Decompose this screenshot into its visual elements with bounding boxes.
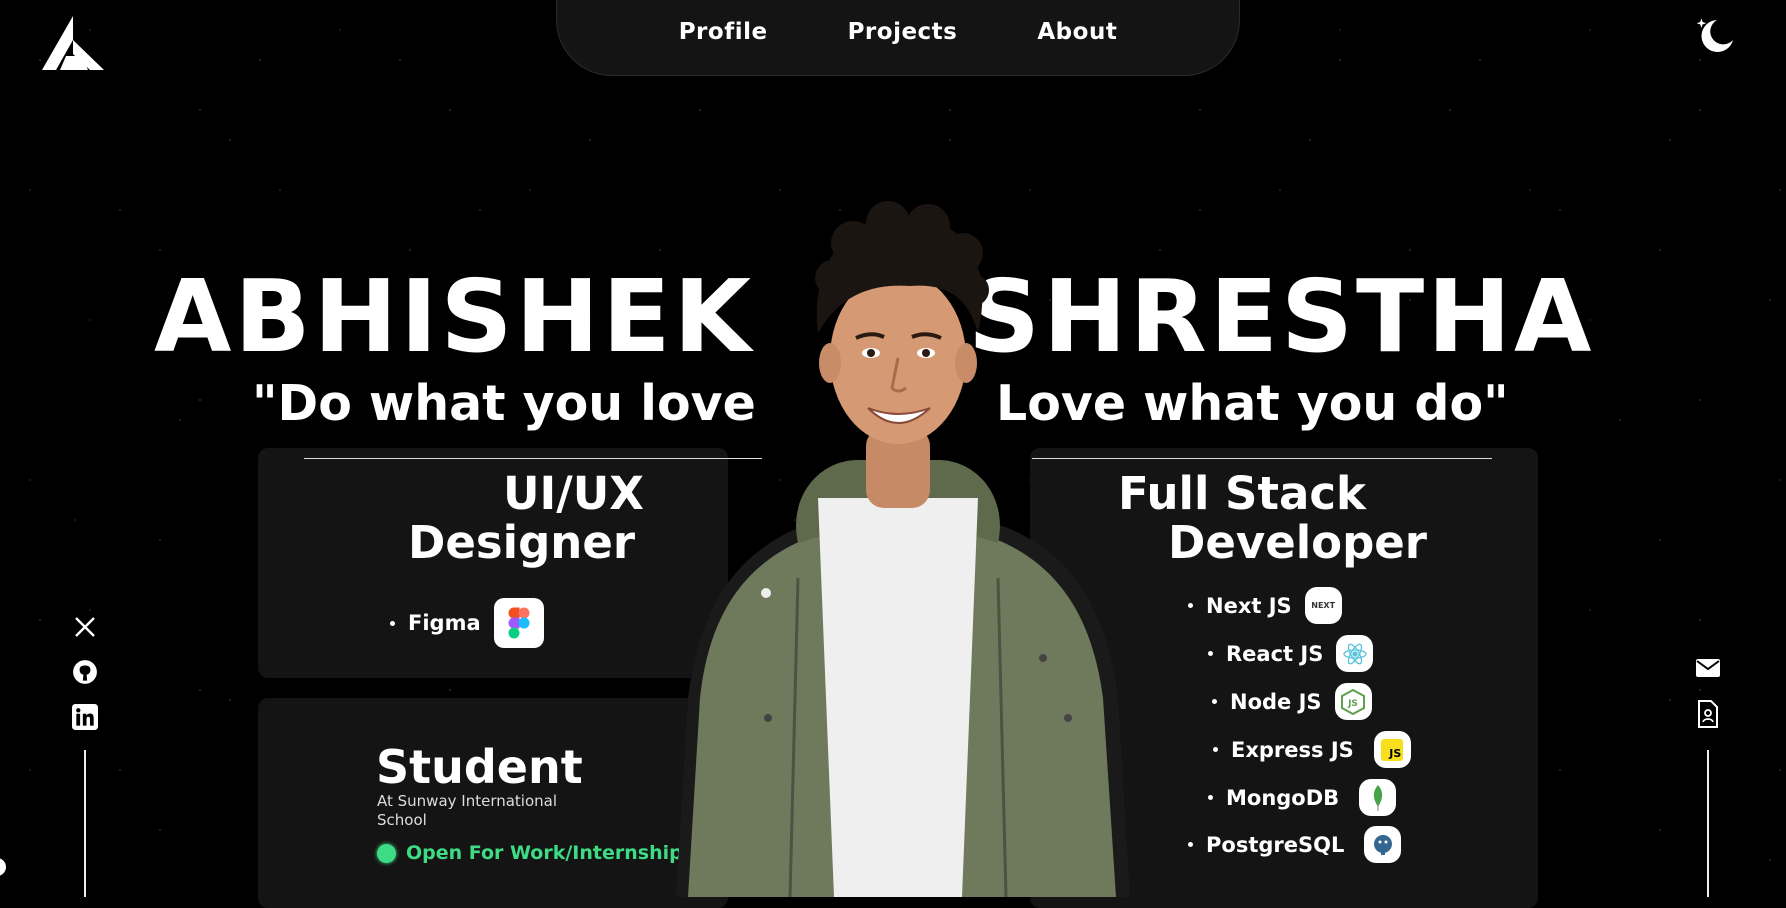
bullet: [1208, 651, 1213, 656]
designer-title-line1: UI/UX: [503, 467, 644, 520]
status-dot: [377, 843, 396, 863]
nav-projects[interactable]: Projects: [848, 19, 958, 45]
x-icon[interactable]: [72, 614, 98, 640]
skill-label: Figma: [408, 611, 481, 635]
designer-title-line2: Designer: [408, 516, 636, 569]
bullet: [390, 620, 395, 626]
skill-mongodb: MongoDB: [1208, 779, 1397, 816]
skill-postgresql: PostgreSQL: [1188, 826, 1402, 863]
work-status: Open For Work/Internship: [377, 842, 683, 864]
skill-label: MongoDB: [1226, 785, 1340, 810]
skill-react: React JS: [1208, 635, 1374, 672]
mail-icon[interactable]: [1695, 655, 1721, 681]
student-title: Student: [376, 740, 583, 794]
skill-label: Node JS: [1230, 689, 1322, 714]
developer-title-line2: Developer: [1168, 516, 1427, 569]
nav-about[interactable]: About: [1037, 19, 1117, 45]
nextjs-icon: NEXT: [1304, 587, 1342, 624]
linkedin-icon[interactable]: [72, 704, 98, 730]
bullet: [1212, 699, 1217, 704]
figma-icon: [493, 598, 544, 648]
social-rail-line: [84, 750, 86, 897]
status-text: Open For Work/Internship: [406, 842, 683, 864]
github-icon[interactable]: [72, 659, 98, 685]
top-nav: Profile Projects About: [556, 0, 1240, 76]
skill-nextjs: Next JS NEXT: [1188, 587, 1342, 624]
skill-label: Next JS: [1206, 593, 1292, 618]
student-school: At Sunway International School: [377, 792, 558, 829]
moon-icon[interactable]: [1693, 14, 1737, 54]
developer-title-line1: Full Stack: [1118, 467, 1366, 520]
bullet: [1208, 795, 1213, 800]
skill-label: React JS: [1226, 641, 1324, 666]
skill-label: PostgreSQL: [1206, 832, 1345, 857]
profile-photo: [676, 201, 1130, 897]
nodejs-icon: JS: [1334, 683, 1372, 720]
bullet: [1213, 747, 1218, 752]
postgresql-icon: [1364, 826, 1402, 863]
skill-figma: Figma: [390, 598, 544, 648]
skill-label: Express JS: [1231, 737, 1354, 762]
react-icon: [1336, 635, 1374, 672]
right-rail-line: [1707, 750, 1709, 897]
skill-express: Express JS JS: [1213, 731, 1411, 768]
mongodb-icon: [1359, 779, 1397, 816]
bullet: [1188, 603, 1193, 608]
resume-icon[interactable]: [1695, 700, 1721, 728]
nav-profile[interactable]: Profile: [679, 19, 768, 45]
skill-nodejs: Node JS JS: [1212, 683, 1372, 720]
svg-text:JS: JS: [1347, 699, 1358, 709]
logo-icon[interactable]: [42, 16, 104, 70]
js-icon: JS: [1373, 731, 1411, 768]
bullet: [1188, 842, 1193, 847]
